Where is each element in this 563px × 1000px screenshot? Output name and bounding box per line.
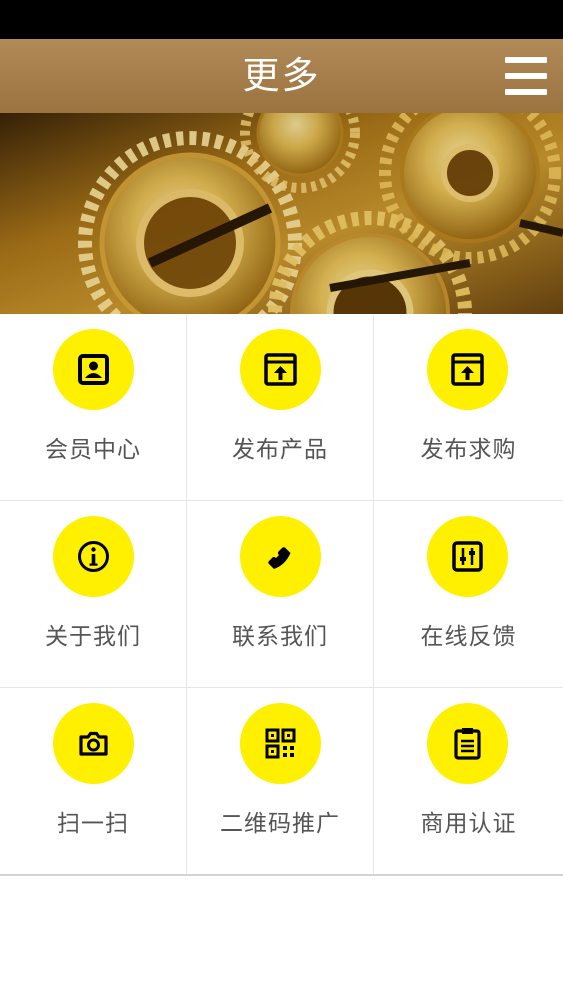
grid-item-label: 在线反馈 xyxy=(420,624,517,650)
grid-item-qr-promotion[interactable]: 二维码推广 xyxy=(187,688,374,875)
clipboard-icon xyxy=(427,703,508,784)
grid-item-business-certification[interactable]: 商用认证 xyxy=(374,688,563,875)
member-card-icon xyxy=(53,329,134,410)
upload-window-icon xyxy=(427,329,508,410)
grid-item-publish-product[interactable]: 发布产品 xyxy=(187,314,374,501)
grid-item-label: 联系我们 xyxy=(232,624,328,650)
feature-grid: 会员中心 发布产品 发布求购 关于我们 联系我们 在线反馈 扫一扫 二维码推广 … xyxy=(0,314,563,875)
grid-item-scan[interactable]: 扫一扫 xyxy=(0,688,187,875)
grid-item-online-feedback[interactable]: 在线反馈 xyxy=(374,501,563,688)
grid-item-about-us[interactable]: 关于我们 xyxy=(0,501,187,688)
qr-code-icon xyxy=(240,703,321,784)
grid-item-label: 会员中心 xyxy=(45,437,141,463)
grid-item-label: 扫一扫 xyxy=(57,811,129,837)
sliders-icon xyxy=(427,516,508,597)
grid-item-contact-us[interactable]: 联系我们 xyxy=(187,501,374,688)
camera-icon xyxy=(53,703,134,784)
grid-item-label: 发布产品 xyxy=(232,437,328,463)
phone-icon xyxy=(240,516,321,597)
info-icon xyxy=(53,516,134,597)
grid-item-label: 二维码推广 xyxy=(220,811,340,837)
page-title: 更多 xyxy=(242,54,321,97)
banner-image xyxy=(0,113,563,314)
upload-window-icon xyxy=(240,329,321,410)
hamburger-menu-icon[interactable] xyxy=(505,55,547,97)
grid-item-label: 发布求购 xyxy=(420,437,517,463)
app-header: 更多 xyxy=(0,39,563,113)
grid-item-label: 关于我们 xyxy=(45,624,141,650)
grid-item-label: 商用认证 xyxy=(420,811,517,837)
status-bar xyxy=(0,0,563,39)
divider xyxy=(0,874,563,876)
grid-item-publish-purchase[interactable]: 发布求购 xyxy=(374,314,563,501)
grid-item-member-center[interactable]: 会员中心 xyxy=(0,314,187,501)
